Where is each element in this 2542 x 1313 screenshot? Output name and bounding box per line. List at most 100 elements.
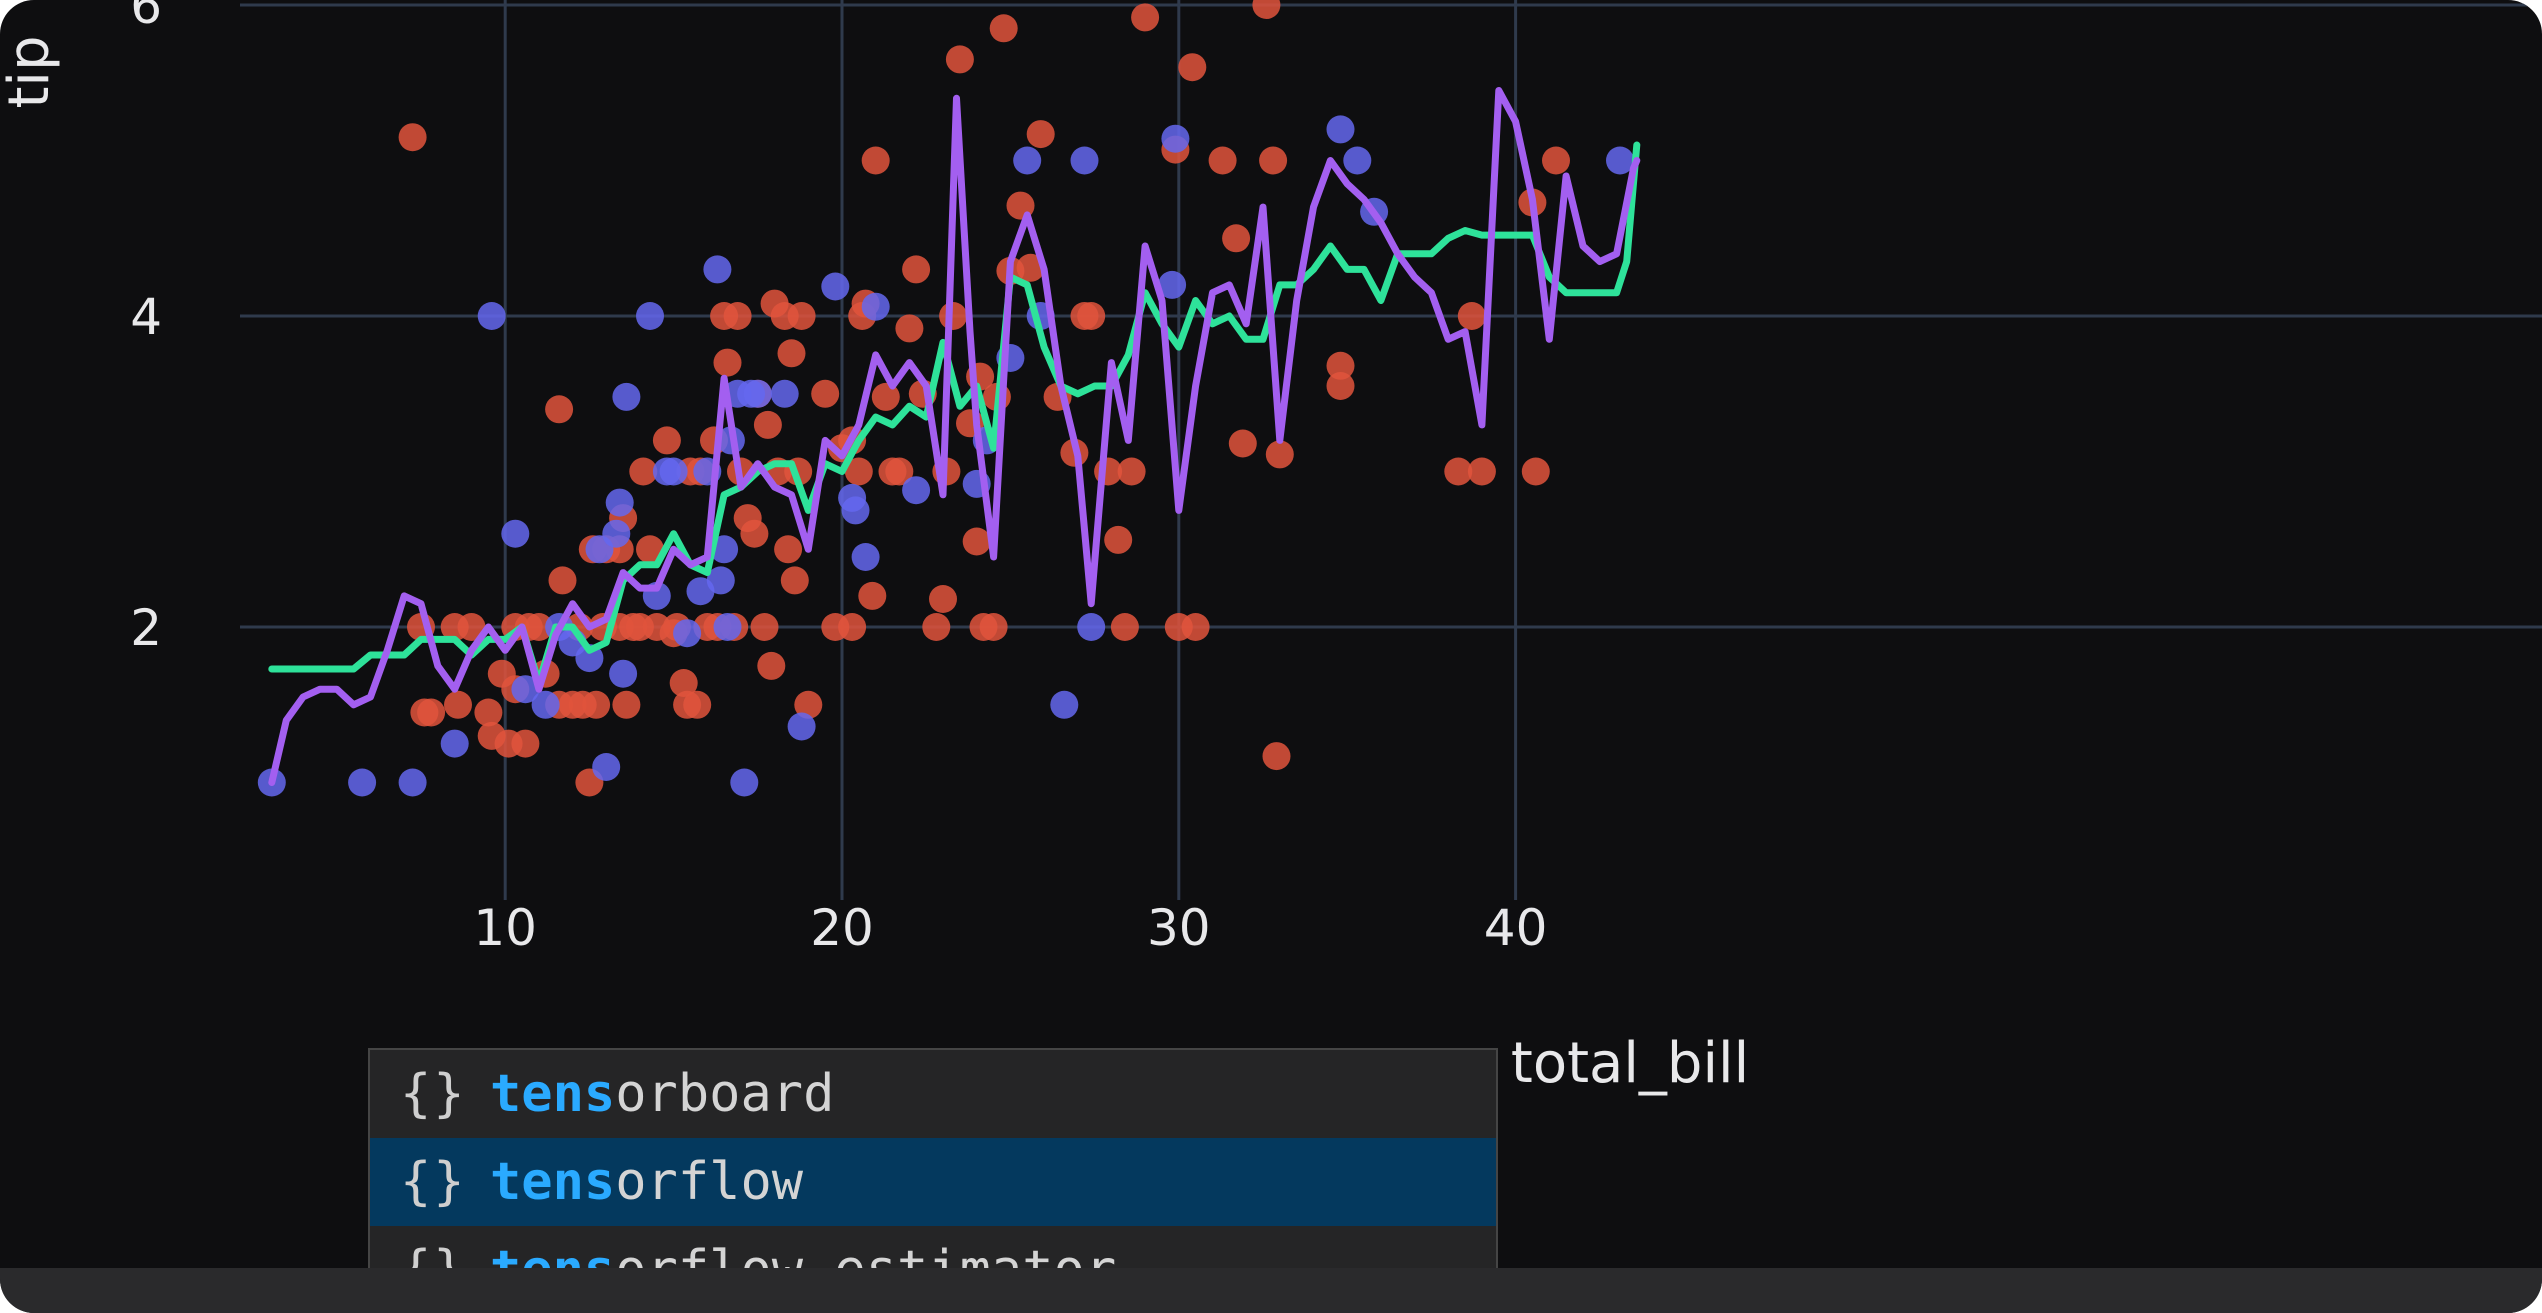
scatter-point (1326, 351, 1355, 380)
scatter-point (531, 690, 560, 719)
scatter-point (1181, 613, 1210, 641)
suggestion-rest-text: orboard (615, 1064, 835, 1124)
scatter-point (440, 729, 469, 758)
scatter-point (740, 519, 769, 548)
trend-line (268, 87, 1641, 786)
scatter-point (858, 581, 887, 610)
scatter-point (861, 292, 890, 321)
scatter-point (1161, 124, 1190, 153)
scatter-point (1208, 146, 1237, 175)
scatter-point (713, 348, 742, 377)
scatter-point (582, 690, 611, 719)
scatter-point (1117, 457, 1146, 486)
y-tick-label: 4 (130, 288, 162, 346)
scatter-point (939, 302, 968, 330)
scatter-point (962, 527, 991, 556)
scatter-point (673, 619, 702, 648)
scatter-point (398, 123, 427, 152)
plot-marks (257, 0, 1641, 797)
scatter-point (861, 146, 890, 175)
x-tick-label: 10 (473, 899, 537, 957)
module-icon: {} (400, 1064, 467, 1124)
scatter-point (1467, 457, 1496, 486)
scatter-point (1104, 525, 1133, 554)
scatter-point (511, 729, 540, 758)
scatter-point (1521, 457, 1550, 486)
module-icon: {} (400, 1152, 467, 1212)
scatter-point (605, 488, 634, 517)
scatter-point (1326, 115, 1355, 144)
scatter-point (592, 753, 621, 781)
x-tick-label: 30 (1147, 899, 1211, 957)
scatter-point (1178, 53, 1207, 82)
scatter-point (1457, 302, 1486, 330)
suggestion-rest-text: orflow (615, 1152, 804, 1212)
x-axis-title: total_bill (1511, 1031, 1749, 1096)
scatter-point (659, 457, 688, 486)
scatter-point (1070, 146, 1099, 175)
scatter-point (743, 379, 772, 408)
scatter-point (683, 690, 712, 719)
suggestion-item-tensorflow[interactable]: {} tens orflow (370, 1138, 1496, 1226)
scatter-point (1050, 690, 1079, 719)
scatter-point (1110, 613, 1139, 641)
scatter-point (774, 535, 803, 564)
scatter-point (723, 302, 752, 330)
scatter-point (703, 255, 732, 284)
scatter-point (902, 255, 931, 284)
scatter-point (979, 613, 1008, 641)
scatter-point (851, 543, 880, 571)
scatter-point (609, 659, 638, 688)
scatter-point (787, 302, 816, 330)
scatter-point (1265, 440, 1294, 469)
x-tick-label: 20 (810, 899, 874, 957)
scatter-point (1252, 0, 1281, 19)
y-axis-title: tip (0, 35, 62, 108)
scatter-point (1343, 146, 1372, 175)
scatter-point (602, 519, 631, 548)
scatter-point (895, 314, 924, 343)
scatter-point (1013, 146, 1042, 175)
scatter-point (922, 613, 951, 641)
scatter-point (929, 585, 957, 613)
scatter-point (612, 382, 641, 411)
x-tick-label: 40 (1484, 899, 1548, 957)
scatter-point (838, 613, 867, 641)
scatter-point (777, 339, 806, 368)
y-tick-label: 6 (130, 0, 162, 35)
suggestion-match-text: tens (490, 1064, 616, 1124)
scatter-point (770, 379, 799, 408)
scatter-point (1077, 302, 1106, 330)
scatter-point (1542, 146, 1570, 175)
scatter-point (1222, 224, 1251, 253)
scatter-point (902, 476, 931, 505)
scatter-point (730, 768, 759, 797)
scatter-point (780, 566, 809, 595)
y-tick-label: 2 (130, 599, 162, 657)
scatter-point (1077, 613, 1106, 641)
scatter-point (501, 519, 530, 548)
scatter-point (548, 566, 577, 595)
scatter-point (417, 698, 446, 727)
scatter-point (348, 768, 377, 797)
scatter-point (545, 395, 574, 424)
suggestion-match-text: tens (490, 1152, 616, 1212)
bottom-border (0, 1268, 2542, 1313)
scatter-point (945, 45, 974, 74)
scatter-point (750, 613, 779, 641)
scatter-point (612, 690, 641, 719)
scatter-point (477, 302, 506, 330)
scatter-point (444, 690, 472, 719)
scatter-point (1026, 120, 1055, 149)
scatter-point (753, 410, 782, 439)
scatter-point (811, 379, 840, 408)
scatter-point (787, 712, 816, 741)
scatter-point (1228, 429, 1257, 458)
grid (240, 0, 2542, 900)
scatter-point (398, 768, 427, 797)
scatter-point (989, 14, 1018, 43)
scatter-point (636, 302, 664, 330)
suggestion-item-tensorboard[interactable]: {} tens orboard (370, 1050, 1496, 1138)
scatter-point (1259, 146, 1288, 175)
scatter-point (652, 426, 681, 455)
